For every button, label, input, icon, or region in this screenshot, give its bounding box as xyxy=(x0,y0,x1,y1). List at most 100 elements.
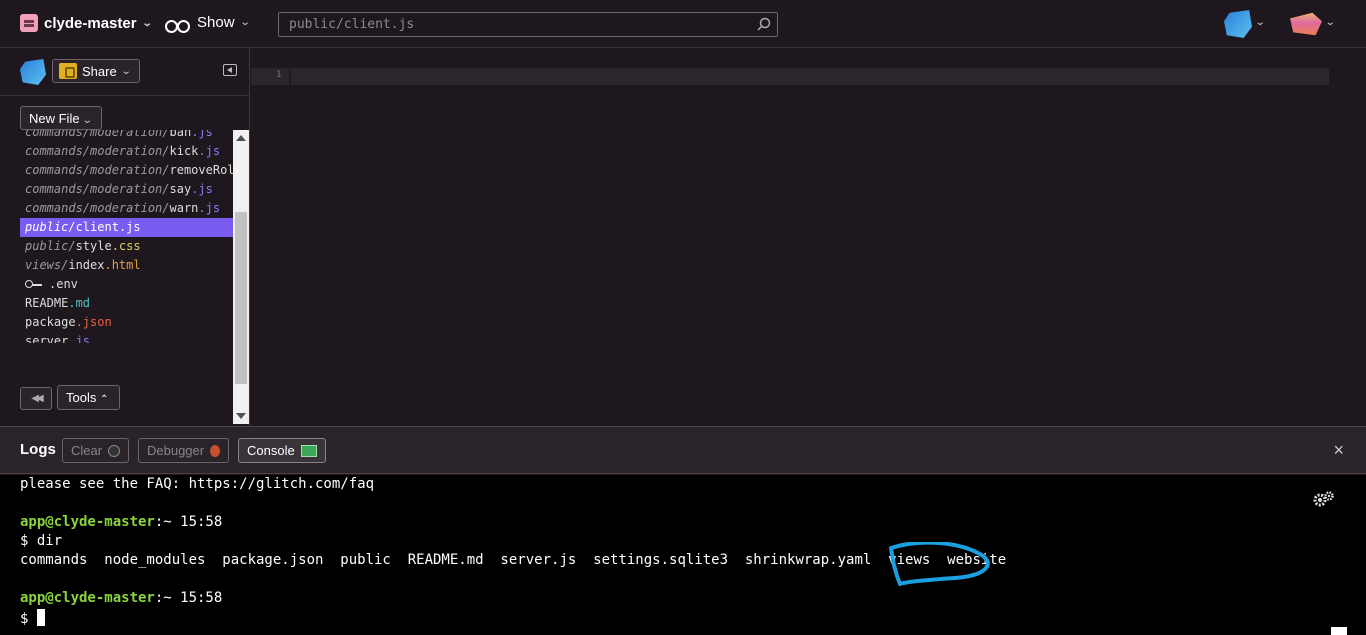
annotation-circle xyxy=(889,542,990,586)
scroll-up-arrow-icon[interactable] xyxy=(236,135,246,141)
tools-label: Tools xyxy=(66,390,97,405)
prompt-symbol: $ xyxy=(20,611,37,627)
collapse-sidebar-icon[interactable] xyxy=(223,64,237,76)
share-button[interactable]: Share ⌄ xyxy=(52,59,140,83)
console-prompt: app@clyde-master:~ 15:58 xyxy=(20,590,222,606)
show-menu[interactable]: Show ⌄ xyxy=(165,14,251,33)
file-item[interactable]: package.json xyxy=(20,313,233,332)
console-command: $ dir xyxy=(20,533,63,549)
file-ext: .js xyxy=(68,334,91,343)
team-avatar[interactable] xyxy=(1290,12,1322,36)
file-dir: commands/moderation/ xyxy=(25,201,170,215)
file-dir: commands/moderation/ xyxy=(25,130,170,139)
debugger-button[interactable]: Debugger xyxy=(138,438,230,463)
chevron-down-icon[interactable]: ⌄ xyxy=(1255,17,1266,28)
file-ext: .md xyxy=(68,296,91,310)
file-dir: views/ xyxy=(25,258,69,272)
prompt-time: :~ 15:58 xyxy=(154,514,223,530)
text-cursor xyxy=(36,609,45,626)
clear-logs-button[interactable]: Clear xyxy=(62,438,130,463)
settings-gears-icon[interactable] xyxy=(1313,490,1335,508)
file-name: index xyxy=(68,258,105,272)
chevron-down-icon: ⌄ xyxy=(239,17,251,28)
console-input-line[interactable]: $ xyxy=(20,609,45,627)
chevron-down-icon: ⌄ xyxy=(120,65,132,77)
scroll-corner xyxy=(1331,627,1347,635)
file-dir: commands/moderation/ xyxy=(25,163,170,177)
file-name: say xyxy=(169,182,192,196)
chevron-down-icon: ⌄ xyxy=(81,115,93,126)
file-dir: public/ xyxy=(25,239,76,253)
code-editor[interactable]: 1 xyxy=(251,48,1366,426)
file-name: removeRol xyxy=(169,163,234,177)
file-ext: .js xyxy=(191,182,213,196)
line-number: 1 xyxy=(276,70,282,80)
file-name: README xyxy=(25,296,69,310)
file-tree-scrollbar[interactable] xyxy=(233,130,249,424)
lock-icon xyxy=(59,63,77,79)
file-name: ban xyxy=(169,130,192,139)
file-item[interactable]: commands/moderation/ban.js xyxy=(20,130,233,142)
new-file-button[interactable]: New File ⌄ xyxy=(20,106,102,130)
file-item[interactable]: commands/moderation/kick.js xyxy=(20,142,233,161)
file-name: warn xyxy=(169,201,199,215)
new-file-label: New File xyxy=(29,111,80,126)
file-name: style xyxy=(75,239,112,253)
scroll-down-arrow-icon[interactable] xyxy=(236,413,246,419)
file-name: server xyxy=(25,334,69,343)
file-name: .env xyxy=(49,277,78,291)
user-avatar[interactable] xyxy=(1224,10,1252,38)
show-label: Show xyxy=(197,14,235,31)
share-label: Share xyxy=(82,63,117,79)
file-item[interactable]: public/style.css xyxy=(20,237,233,256)
terminal-icon xyxy=(300,444,317,457)
divider xyxy=(0,95,250,96)
file-item[interactable]: commands/moderation/say.js xyxy=(20,180,233,199)
file-dir: public/ xyxy=(25,220,76,234)
file-ext: .html xyxy=(104,258,141,272)
rewind-button[interactable]: ◀◀ xyxy=(20,387,52,410)
chevron-up-icon: ⌃ xyxy=(99,394,109,405)
file-dir: commands/moderation/ xyxy=(25,144,170,158)
file-item[interactable]: views/index.html xyxy=(20,256,233,275)
file-item[interactable]: .env xyxy=(20,275,233,294)
chevron-down-icon[interactable]: ⌄ xyxy=(1325,17,1336,28)
sidebar: Share ⌄ New File ⌄ commands/moderation/b… xyxy=(0,48,250,426)
file-search-input[interactable]: public/client.js xyxy=(278,12,778,37)
file-search-value: public/client.js xyxy=(289,17,415,32)
file-dir: commands/moderation/ xyxy=(25,182,170,196)
bomb-icon xyxy=(108,444,121,457)
tools-button[interactable]: Tools ⌃ xyxy=(57,385,120,410)
project-avatar[interactable] xyxy=(20,59,46,85)
console-label: Console xyxy=(247,443,295,458)
active-line[interactable] xyxy=(251,68,1329,85)
file-item[interactable]: commands/moderation/warn.js xyxy=(20,199,233,218)
project-name: clyde-master xyxy=(44,14,137,32)
search-icon xyxy=(757,17,771,31)
file-tree: commands/moderation/ban.js commands/moder… xyxy=(20,130,233,343)
project-menu[interactable]: clyde-master ⌄ xyxy=(20,14,152,32)
file-item[interactable]: README.md xyxy=(20,294,233,313)
file-name: kick xyxy=(169,144,199,158)
prompt-time: :~ 15:58 xyxy=(154,590,223,606)
file-name: client xyxy=(75,220,119,234)
key-icon xyxy=(25,280,43,288)
file-item[interactable]: server.js xyxy=(20,332,233,343)
top-bar: clyde-master ⌄ Show ⌄ public/client.js ⌄… xyxy=(0,0,1366,48)
file-ext: .json xyxy=(75,315,112,329)
file-item[interactable]: commands/moderation/removeRol xyxy=(20,161,233,180)
prompt-user: app@clyde-master xyxy=(20,590,155,606)
debugger-label: Debugger xyxy=(147,443,205,458)
gutter-separator xyxy=(289,68,291,85)
logs-toolbar: Logs Clear Debugger Console × xyxy=(0,426,1366,474)
file-name: package xyxy=(25,315,76,329)
terminal[interactable]: please see the FAQ: https://glitch.com/f… xyxy=(0,475,1366,635)
file-item[interactable]: public/client.js xyxy=(20,218,233,237)
clear-label: Clear xyxy=(71,443,103,458)
console-button[interactable]: Console xyxy=(238,438,326,463)
scroll-thumb[interactable] xyxy=(235,212,247,384)
console-prompt: app@clyde-master:~ 15:58 xyxy=(20,514,222,530)
file-ext: .js xyxy=(118,220,141,234)
file-ext: .js xyxy=(191,130,213,139)
close-logs-icon[interactable]: × xyxy=(1333,440,1344,461)
